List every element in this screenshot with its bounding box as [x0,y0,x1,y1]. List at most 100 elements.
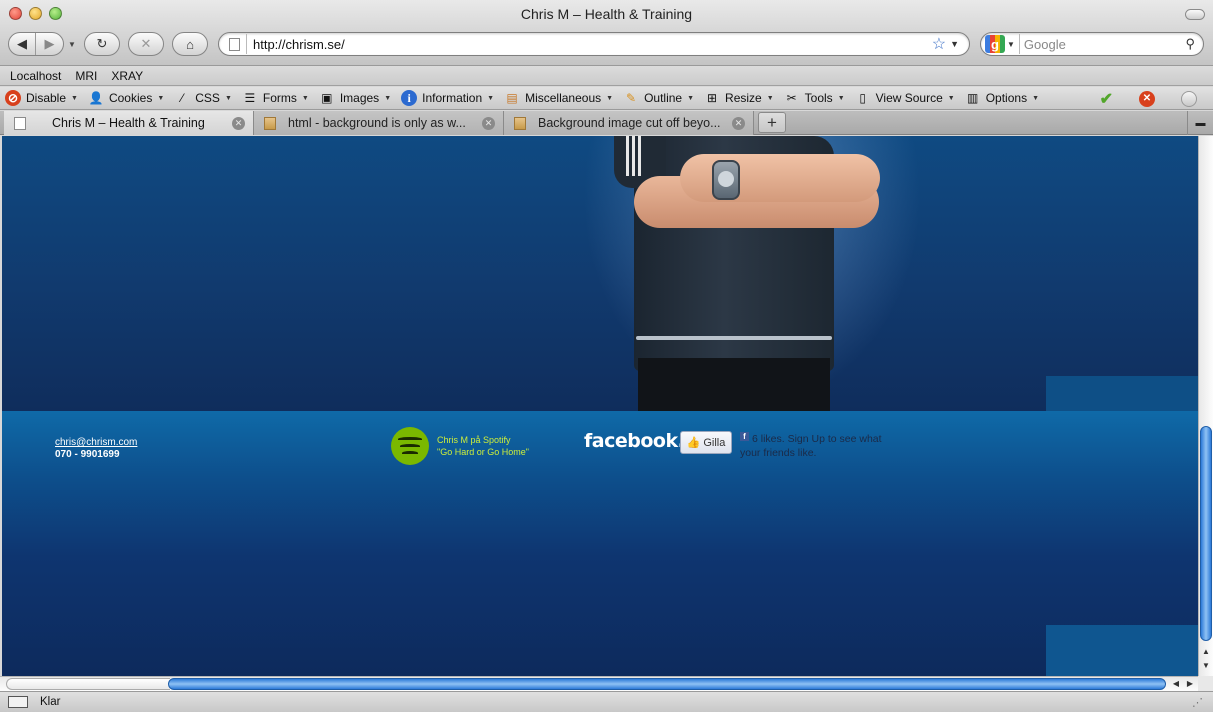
search-engine-dropdown-icon[interactable]: ▼ [1007,40,1015,49]
contact-phone: 070 - 9901699 [55,449,120,460]
dev-menu-tools[interactable]: ✂ Tools ▼ [784,90,845,106]
contact-email-link[interactable]: chris@chrism.com [55,437,137,449]
bookmark-star-icon[interactable]: ☆ [932,34,946,54]
scroll-left-arrow-icon[interactable]: ◀ [1170,677,1182,691]
info-icon: i [401,90,418,106]
stop-icon: ✕ [140,36,152,51]
spotify-text: Chris M på Spotify "Go Hard or Go Home" [437,434,529,458]
sleeve-stripe [632,136,635,176]
home-button[interactable]: ⌂ [172,32,208,56]
address-bar[interactable]: http://chrism.se/ ☆ ▼ [218,32,970,56]
search-bar[interactable]: g ▼ Google ⚲ [980,32,1204,56]
history-dropdown-icon[interactable]: ▼ [68,40,76,49]
search-separator [1018,34,1020,54]
dev-menu-disable[interactable]: ⊘ Disable ▼ [5,90,78,106]
dev-menu-view-source[interactable]: ▯ View Source ▼ [855,90,955,106]
reload-icon: ↻ [96,36,108,51]
scroll-right-arrow-icon[interactable]: ▶ [1184,677,1196,691]
vertical-scroll-thumb[interactable] [1200,426,1212,641]
scroll-up-arrow-icon[interactable]: ▲ [1199,646,1213,658]
dev-menu-label: Resize [725,91,762,105]
dev-menu-css[interactable]: ⁄ CSS ▼ [174,90,232,106]
web-developer-toolbar: ⊘ Disable ▼ 👤 Cookies ▼ ⁄ CSS ▼ ☰ Forms ▼ ▣ Image… [0,87,1213,110]
dev-menu-resize[interactable]: ⊞ Resize ▼ [704,90,774,106]
dropdown-arrow-icon: ▼ [837,94,845,102]
valid-check-icon[interactable]: ✔ [1100,89,1113,109]
dev-menu-information[interactable]: i Information ▼ [401,90,494,106]
stop-button[interactable]: ✕ [128,32,164,56]
horizontal-scrollbar[interactable]: ◀ ▶ [0,676,1198,691]
facebook-like-button[interactable]: 👍 Gilla [680,431,732,454]
resize-grip-icon[interactable]: ⋰ [1192,696,1203,709]
options-icon: ▥ [967,91,979,105]
tab-label: Background image cut off beyo... [538,116,721,130]
dev-menu-images[interactable]: ▣ Images ▼ [319,90,391,106]
facebook-like-text: f6 likes. Sign Up to see what your frien… [740,432,900,460]
dropdown-arrow-icon: ▼ [487,94,495,102]
facebook-like-count: 6 likes. Sign Up to see what your friend… [740,433,882,459]
error-icon[interactable]: ✕ [1139,90,1155,107]
user-icon: 👤 [88,91,104,105]
horizontal-scroll-track [6,678,170,690]
back-button[interactable]: ◀ [9,33,37,55]
dev-menu-miscellaneous[interactable]: ▤ Miscellaneous ▼ [504,90,613,106]
dropdown-arrow-icon: ▼ [71,94,78,102]
vertical-scrollbar[interactable]: ▲ ▼ [1198,136,1213,676]
search-icon[interactable]: ⚲ [1185,36,1195,52]
spotify-widget[interactable]: Chris M på Spotify "Go Hard or Go Home" [391,427,529,465]
tab-background-image[interactable]: Background image cut off beyo... ✕ [504,111,754,135]
pencil-icon: ✎ [626,91,637,105]
bookmarks-bar: Localhost MRI XRAY [0,66,1213,86]
dev-menu-options[interactable]: ▥ Options ▼ [965,90,1039,106]
bookmark-xray[interactable]: XRAY [111,69,143,83]
forward-button[interactable]: ▶ [36,33,63,55]
wand-icon: ⁄ [181,91,184,105]
dev-menu-label: Cookies [108,91,153,105]
hero-banner [2,136,1198,411]
status-bar: Klar ⋰ [0,691,1213,712]
dev-menu-cookies[interactable]: 👤 Cookies ▼ [88,90,164,106]
page-viewport: chris@chrism.com 070 - 9901699 Chris M p… [2,136,1198,676]
facebook-icon: f [740,432,749,441]
tab-chris-m[interactable]: Chris M – Health & Training ✕ [4,111,254,135]
search-input[interactable]: Google [1024,37,1186,52]
dropdown-arrow-icon: ▼ [224,94,232,102]
url-dropdown-icon[interactable]: ▼ [950,39,959,49]
dropdown-arrow-icon: ▼ [687,94,695,102]
url-text[interactable]: http://chrism.se/ [253,37,932,52]
athlete-photo [614,136,892,411]
scrollbar-corner [1198,676,1213,691]
dropdown-arrow-icon: ▼ [766,94,774,102]
dev-menu-label: Options [985,91,1028,105]
toolbar-toggle-button[interactable] [1185,9,1205,20]
bookmark-mri[interactable]: MRI [75,69,97,83]
new-tab-button[interactable]: + [758,112,786,133]
dev-menu-label: Disable [26,91,67,105]
reload-button[interactable]: ↻ [84,32,120,56]
corner-panel [1046,625,1198,676]
forward-arrow-icon: ▶ [44,36,55,51]
close-tab-icon[interactable]: ✕ [482,116,495,130]
contact-info: chris@chrism.com 070 - 9901699 [55,437,137,461]
title-bar: Chris M – Health & Training ◀ ▶ ▼ ↻ ✕ ⌂ … [0,0,1213,66]
bookmark-localhost[interactable]: Localhost [10,69,61,83]
close-tab-icon[interactable]: ✕ [232,116,245,130]
stackoverflow-icon [264,116,276,130]
dropdown-arrow-icon: ▼ [947,94,955,102]
spotify-icon [391,427,429,465]
google-icon[interactable]: g [985,35,1005,53]
forms-icon: ☰ [244,91,256,105]
image-icon: ▣ [321,91,333,105]
back-arrow-icon: ◀ [17,36,27,51]
close-tab-icon[interactable]: ✕ [732,116,745,130]
tab-html-background[interactable]: html - background is only as w... ✕ [254,111,504,135]
scroll-down-arrow-icon[interactable]: ▼ [1199,660,1213,672]
dev-menu-label: Forms [262,91,297,105]
dev-menu-forms[interactable]: ☰ Forms ▼ [242,90,309,106]
status-circle-icon[interactable] [1181,90,1197,107]
horizontal-scroll-thumb[interactable] [168,678,1166,690]
dropdown-arrow-icon: ▼ [606,94,614,102]
tab-list-button[interactable]: ▬ [1187,111,1213,135]
corner-panel [1046,376,1198,411]
dev-menu-outline[interactable]: ✎ Outline ▼ [623,90,694,106]
